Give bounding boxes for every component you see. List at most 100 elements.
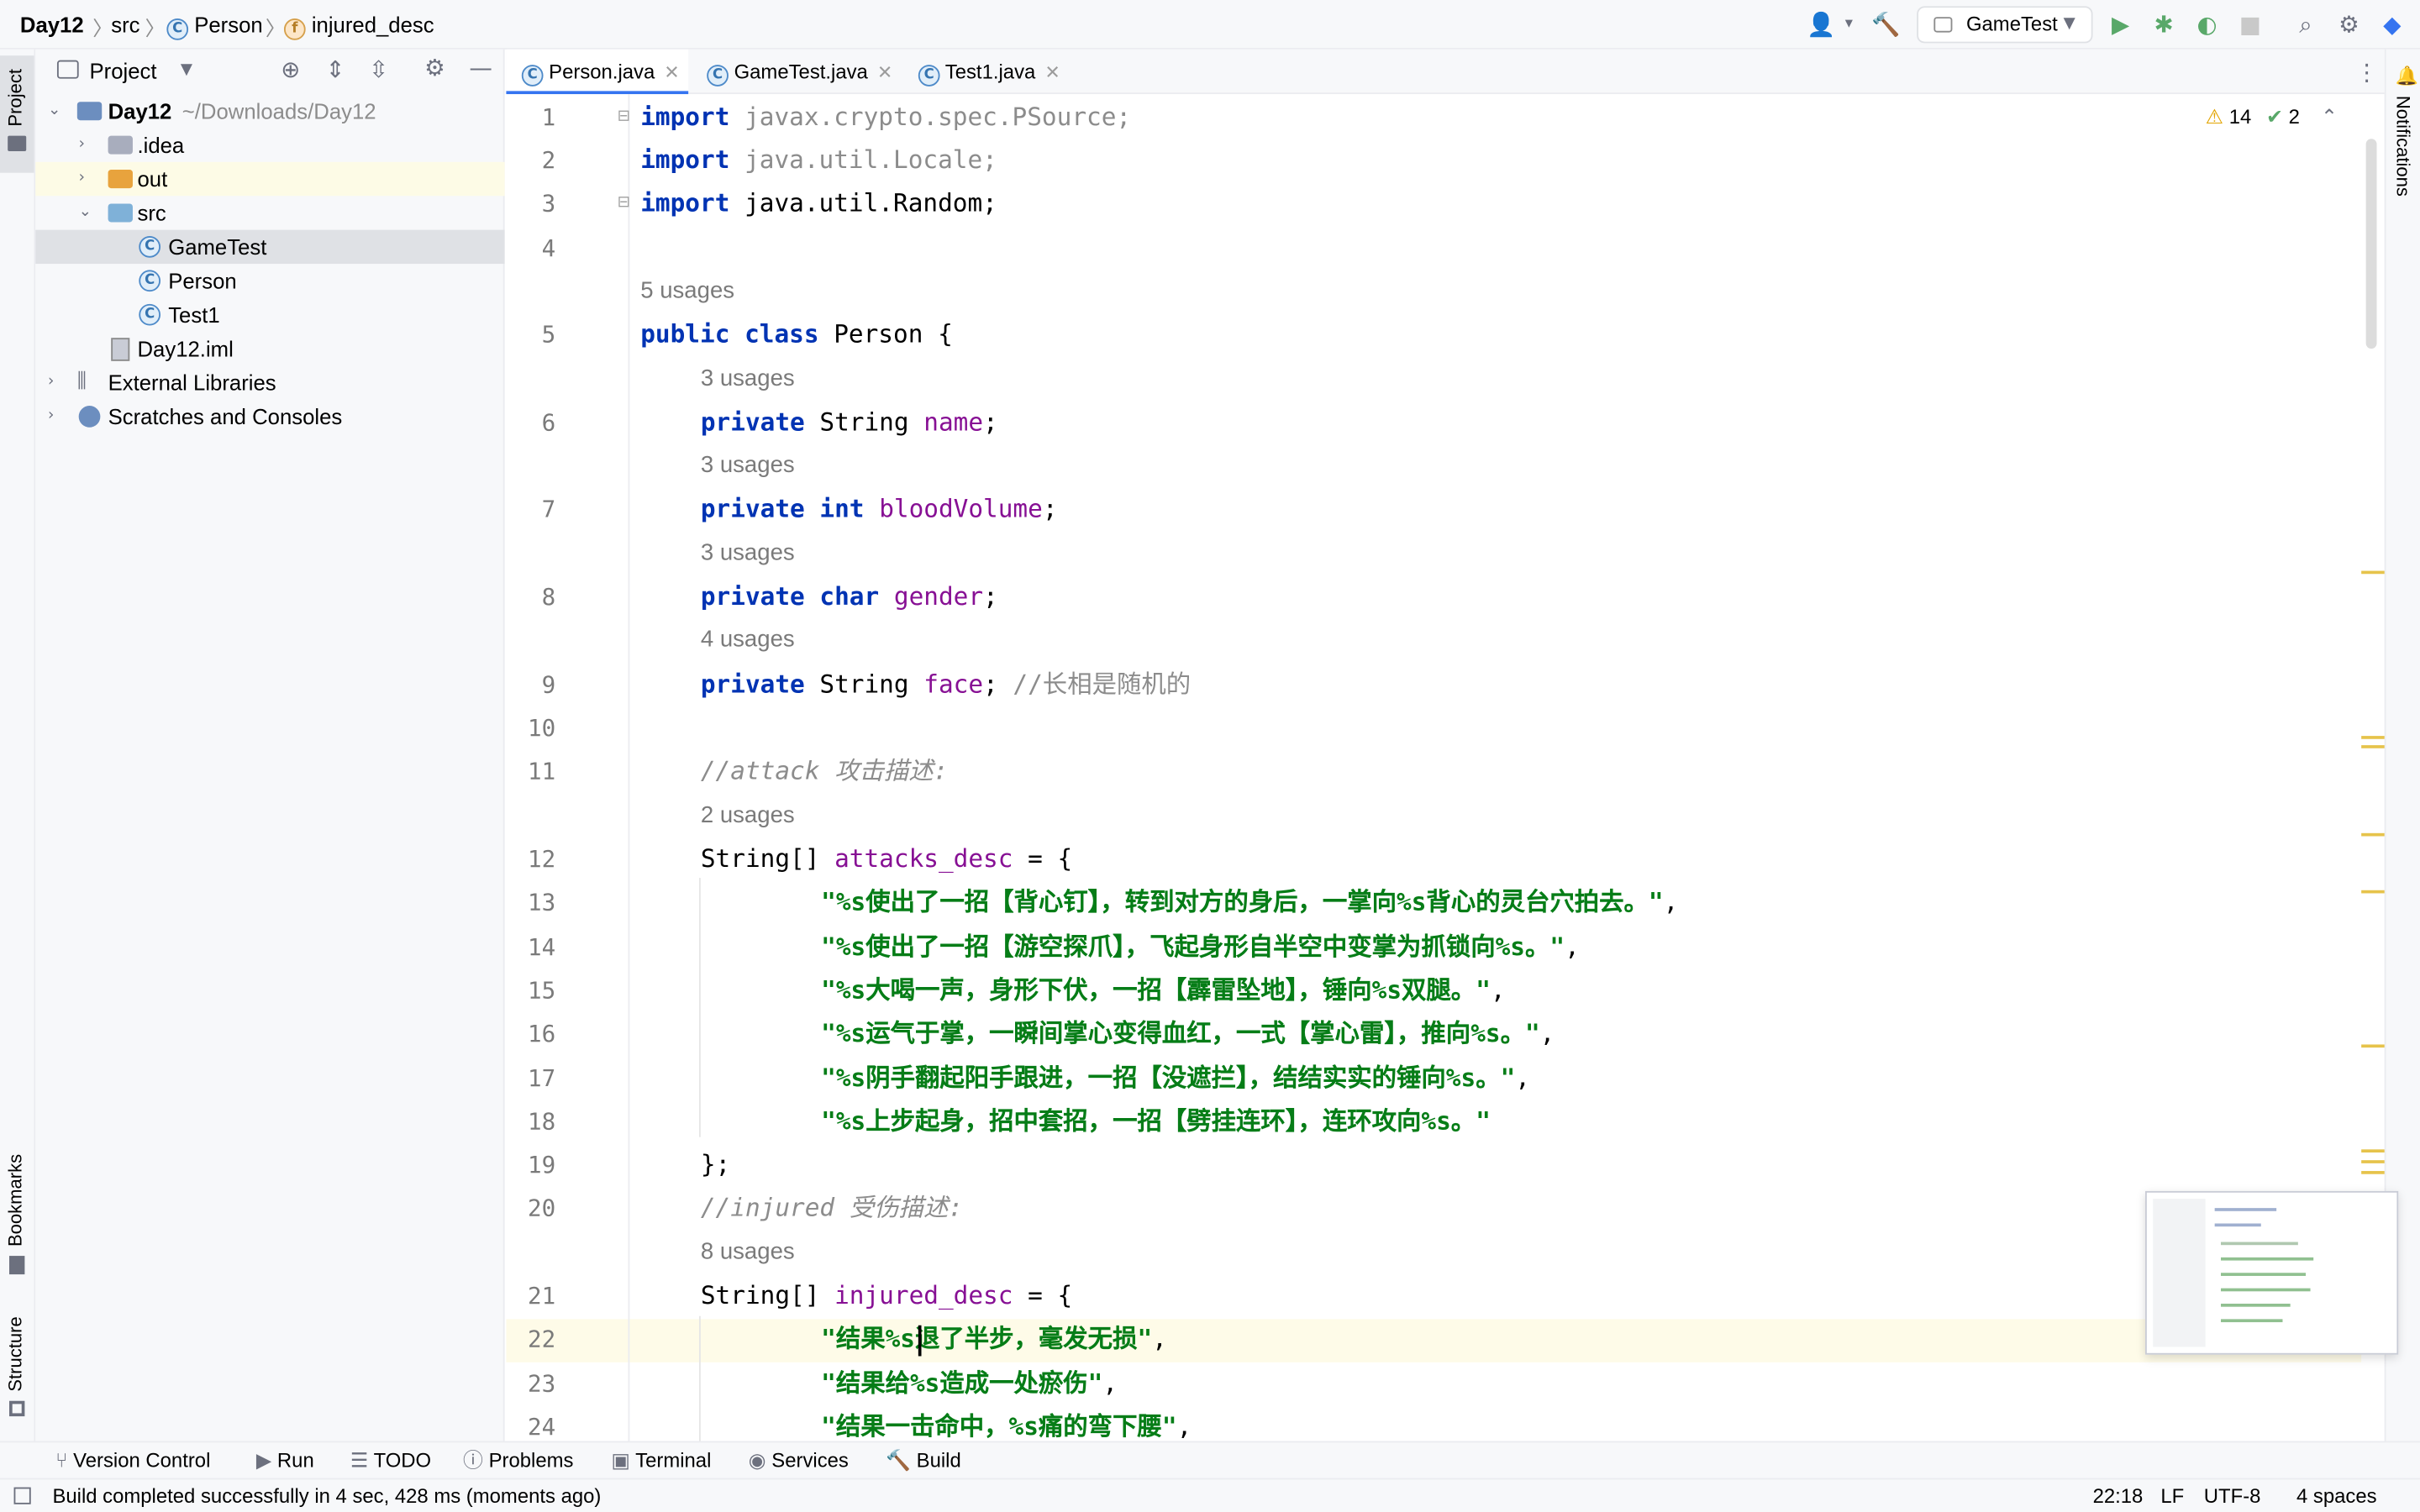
list-icon: ☰	[350, 1450, 369, 1474]
string-literal: "%s大喝一声，身形下伏，一招【霹雷坠地】，锤向%s双腿。"	[821, 974, 1491, 1005]
tab-person-java[interactable]: C Person.java ✕	[506, 49, 689, 95]
error-stripe-mark[interactable]	[2361, 736, 2385, 739]
account-icon[interactable]: 👤	[1806, 9, 1837, 40]
notification-bell-icon[interactable]: 🔔	[2396, 65, 2418, 87]
notifications-tool-label[interactable]: Notifications	[2392, 96, 2414, 197]
code-editor[interactable]: import javax.crypto.spec.PSource; import…	[631, 94, 2360, 1441]
debug-icon[interactable]: ✱	[2149, 9, 2180, 40]
build-hammer-icon[interactable]: 🔨	[1870, 9, 1902, 40]
settings-gear-icon[interactable]: ⚙	[2333, 9, 2365, 40]
tree-item-day12[interactable]: ⌄ Day12 ~/Downloads/Day12	[35, 94, 504, 128]
problems-icon: ⓘ	[463, 1450, 483, 1474]
error-stripe-mark[interactable]	[2361, 1044, 2385, 1048]
tree-item-label: .idea	[137, 132, 185, 158]
tool-label: Build	[916, 1448, 961, 1473]
services-tool[interactable]: ◉ Services	[749, 1449, 849, 1475]
preview-line	[2221, 1319, 2283, 1323]
error-stripe-mark[interactable]	[2361, 890, 2385, 894]
screenshot-preview-thumbnail[interactable]	[2145, 1190, 2399, 1355]
line-number: 20	[528, 1194, 556, 1222]
project-panel-title[interactable]: Project	[90, 59, 157, 83]
error-stripe-mark[interactable]	[2361, 832, 2385, 837]
tree-item-external-libraries[interactable]: › ⫼ External Libraries	[35, 365, 504, 399]
code-text: ,	[1490, 974, 1506, 1005]
usages-hint[interactable]: 3 usages	[701, 358, 795, 401]
account-dropdown-icon[interactable]: ▾	[1833, 9, 1865, 40]
next-highlight-icon[interactable]: ⌄	[2359, 107, 2360, 130]
usages-hint[interactable]: 3 usages	[701, 533, 795, 575]
indent-setting[interactable]: 4 spaces	[2296, 1484, 2377, 1509]
locate-file-icon[interactable]: ⊕	[281, 55, 300, 83]
tab-test1-java[interactable]: C Test1.java ✕	[918, 50, 1073, 94]
error-stripe-mark[interactable]	[2361, 745, 2385, 748]
close-tab-icon[interactable]: ✕	[1044, 61, 1060, 83]
usages-hint[interactable]: 4 usages	[701, 619, 795, 662]
error-stripe-mark[interactable]	[2361, 570, 2385, 575]
status-message[interactable]: Build completed successfully in 4 sec, 4…	[52, 1484, 601, 1509]
line-separator[interactable]: LF	[2160, 1484, 2184, 1509]
terminal-tool[interactable]: ▣ Terminal	[611, 1449, 711, 1475]
warning-count: 14	[2228, 104, 2252, 129]
tree-item-test1[interactable]: C Test1	[35, 297, 504, 331]
tree-item-iml[interactable]: Day12.iml	[35, 332, 504, 365]
keyword: public class	[640, 319, 819, 349]
panel-options-gear-icon[interactable]: ⚙	[424, 54, 445, 81]
vertical-scrollbar[interactable]	[2365, 139, 2377, 349]
structure-tool-label[interactable]: Structure	[5, 1316, 27, 1391]
usages-hint[interactable]: 2 usages	[701, 795, 795, 837]
tree-item-gametest[interactable]: C GameTest	[35, 229, 505, 265]
error-stripe-mark[interactable]	[2361, 1149, 2385, 1153]
collapse-all-icon[interactable]: ⇳	[369, 55, 388, 83]
chevron-down-icon[interactable]: ▼	[181, 61, 192, 78]
top-navigation-bar: Day12 〉 src 〉 C Person 〉 f injured_desc …	[0, 0, 2420, 50]
build-tool[interactable]: 🔨 Build	[886, 1449, 961, 1475]
error-stripe-mark[interactable]	[2361, 1171, 2385, 1174]
class-icon: C	[139, 270, 161, 292]
run-configuration-selector[interactable]: GameTest ▼	[1917, 6, 2093, 44]
status-bar: Build completed successfully in 4 sec, 4…	[0, 1478, 2420, 1512]
tree-item-out[interactable]: › out	[35, 161, 505, 197]
string-literal: "结果%s退了半步，毫发无损"	[821, 1323, 1153, 1353]
more-options-icon[interactable]: ⋮	[2355, 59, 2379, 87]
close-tab-icon[interactable]: ✕	[664, 61, 679, 83]
problems-tool[interactable]: ⓘ Problems	[463, 1449, 573, 1475]
excluded-folder-icon	[108, 170, 133, 189]
fold-icon[interactable]: ⊟	[618, 194, 630, 211]
project-tool-label[interactable]: Project	[5, 69, 27, 127]
usages-hint[interactable]: 3 usages	[701, 444, 795, 487]
version-control-tool[interactable]: ⑂ Version Control	[55, 1449, 210, 1475]
breadcrumb-field[interactable]: f injured_desc	[283, 13, 434, 40]
breadcrumb-class[interactable]: C Person	[166, 13, 263, 40]
tree-item-src[interactable]: ⌄ src	[35, 196, 504, 229]
tree-item-person[interactable]: C Person	[35, 264, 504, 297]
usages-hint[interactable]: 8 usages	[701, 1231, 795, 1274]
breadcrumb-project[interactable]: Day12	[20, 13, 84, 37]
expand-all-icon[interactable]: ⇕	[326, 55, 345, 83]
tree-item-scratches[interactable]: › Scratches and Consoles	[35, 400, 504, 433]
stop-icon[interactable]: ■	[2235, 9, 2266, 40]
breadcrumb-folder[interactable]: src	[111, 13, 139, 37]
toggle-tool-windows-icon[interactable]	[13, 1487, 31, 1504]
code-text: String[]	[700, 1280, 835, 1310]
tree-item-idea[interactable]: › .idea	[35, 128, 504, 161]
bookmarks-tool-label[interactable]: Bookmarks	[5, 1154, 27, 1247]
run-icon[interactable]: ▶	[2105, 9, 2136, 40]
fold-icon[interactable]: ⊟	[618, 108, 630, 125]
hide-panel-icon[interactable]: —	[469, 54, 492, 81]
close-tab-icon[interactable]: ✕	[877, 61, 892, 83]
line-number: 4	[541, 234, 556, 263]
jetbrains-ai-icon[interactable]: ◆	[2377, 9, 2408, 40]
search-icon[interactable]: ⌕	[2291, 9, 2322, 40]
coverage-icon[interactable]: ◐	[2191, 9, 2223, 40]
line-number: 2	[541, 146, 556, 175]
tab-gametest-java[interactable]: C GameTest.java ✕	[707, 50, 900, 94]
error-stripe-mark[interactable]	[2361, 1160, 2385, 1163]
usages-hint[interactable]: 5 usages	[640, 270, 734, 312]
inspection-widget[interactable]: ⚠ 14 ✔ 2 ⌃ ⌄	[2206, 103, 2360, 131]
file-encoding[interactable]: UTF-8	[2204, 1484, 2261, 1509]
folder-icon	[8, 135, 27, 151]
todo-tool[interactable]: ☰ TODO	[350, 1449, 431, 1475]
previous-highlight-icon[interactable]: ⌃	[2321, 107, 2338, 130]
run-tool[interactable]: ▶ Run	[256, 1449, 314, 1475]
caret-position[interactable]: 22:18	[2093, 1484, 2144, 1509]
